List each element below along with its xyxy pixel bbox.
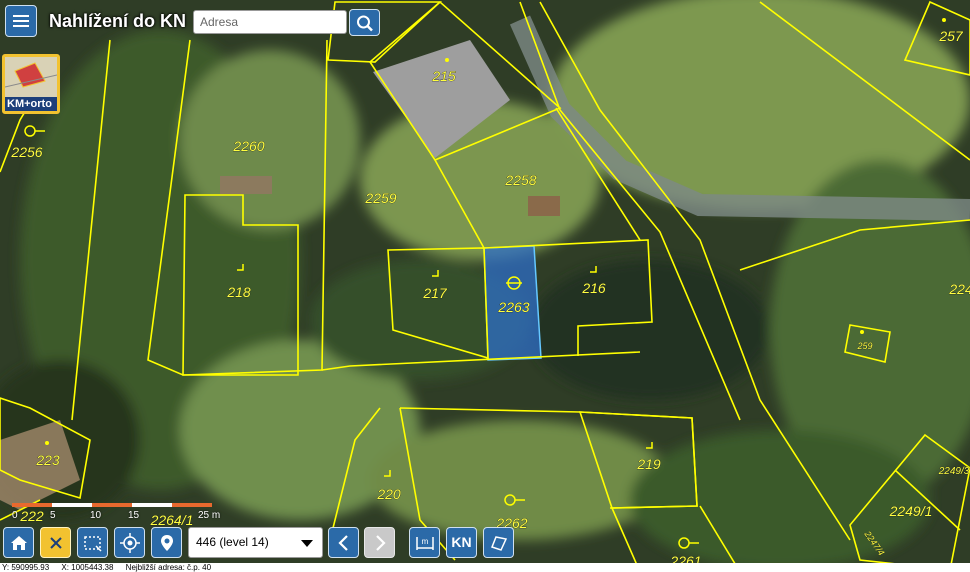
chevron-right-icon <box>376 535 386 551</box>
parcel-label: 259 <box>856 341 872 351</box>
chevron-down-icon <box>301 540 313 547</box>
measure-icon: m <box>416 537 434 550</box>
locate-icon <box>120 533 140 553</box>
search-button[interactable] <box>349 9 380 36</box>
parcel-label: 2258 <box>504 172 536 188</box>
next-button[interactable] <box>364 527 395 558</box>
parcel-label: 222 <box>19 508 44 524</box>
status-bar: Y: 590995.93 X: 1005443.38 Nejbližší adr… <box>0 563 970 572</box>
level-select-value: 446 (level 14) <box>196 535 269 549</box>
cadastral-map[interactable]: 215 257 2256 2260 2259 2258 218 217 2263… <box>0 0 970 572</box>
close-icon <box>50 537 62 549</box>
parcel-label: 224 <box>948 281 970 297</box>
layer-switch[interactable]: KM+orto <box>2 54 60 114</box>
polygon-icon <box>491 536 508 551</box>
coordinate-y: Y: 590995.93 <box>2 563 50 572</box>
scale-bar <box>12 503 212 507</box>
parcel-label: 2249/1 <box>889 503 933 519</box>
parcel-label: 217 <box>422 285 448 301</box>
parcel-label: 220 <box>376 486 401 502</box>
search-icon <box>357 15 373 32</box>
svg-text:m: m <box>422 537 429 546</box>
map-pin-button[interactable] <box>151 527 182 558</box>
layer-thumbnail-icon <box>5 57 57 97</box>
shed-roof <box>220 176 272 194</box>
polygon-button[interactable] <box>483 527 514 558</box>
scale-label: 25 m <box>198 510 221 521</box>
previous-button[interactable] <box>328 527 359 558</box>
parcel-label: 2249/3 <box>938 466 970 477</box>
select-area-icon <box>84 536 102 552</box>
layer-switch-label: KM+orto <box>5 97 57 111</box>
parcel-label: 2259 <box>364 190 396 206</box>
scale-label: 15 <box>128 510 140 521</box>
clear-button[interactable] <box>40 527 71 558</box>
level-select[interactable]: 446 (level 14) <box>188 527 323 558</box>
parcel-label: 2264/1 <box>150 512 194 528</box>
hamburger-icon <box>13 15 29 17</box>
parcel-label: 2256 <box>10 144 42 160</box>
locate-button[interactable] <box>114 527 145 558</box>
scale-label: 0 <box>12 510 18 521</box>
map-pin-icon <box>161 535 173 551</box>
home-button[interactable] <box>3 527 34 558</box>
select-area-button[interactable] <box>77 527 108 558</box>
kn-button[interactable]: KN <box>446 527 477 558</box>
parcel-label: 215 <box>431 68 456 84</box>
scale-label: 10 <box>90 510 102 521</box>
parcel-label: 216 <box>581 280 606 296</box>
parcel-label: 223 <box>35 452 60 468</box>
chevron-left-icon <box>338 535 348 551</box>
home-icon <box>11 536 27 550</box>
menu-button[interactable] <box>5 5 37 37</box>
parcel-label: 257 <box>938 28 964 44</box>
measure-button[interactable]: m <box>409 527 440 558</box>
nearest-address: Nejbližší adresa: č.p. 40 <box>125 563 212 572</box>
scale-label: 5 <box>50 510 56 521</box>
shed-roof <box>528 196 560 216</box>
app-title: Nahlížení do KN <box>49 11 187 31</box>
parcel-label: 2260 <box>232 138 264 154</box>
coordinate-x: X: 1005443.38 <box>61 563 114 572</box>
parcel-label: 2263 <box>497 299 529 315</box>
parcel-label: 219 <box>636 456 661 472</box>
parcel-label: 218 <box>226 284 251 300</box>
address-search-input[interactable] <box>193 10 347 34</box>
